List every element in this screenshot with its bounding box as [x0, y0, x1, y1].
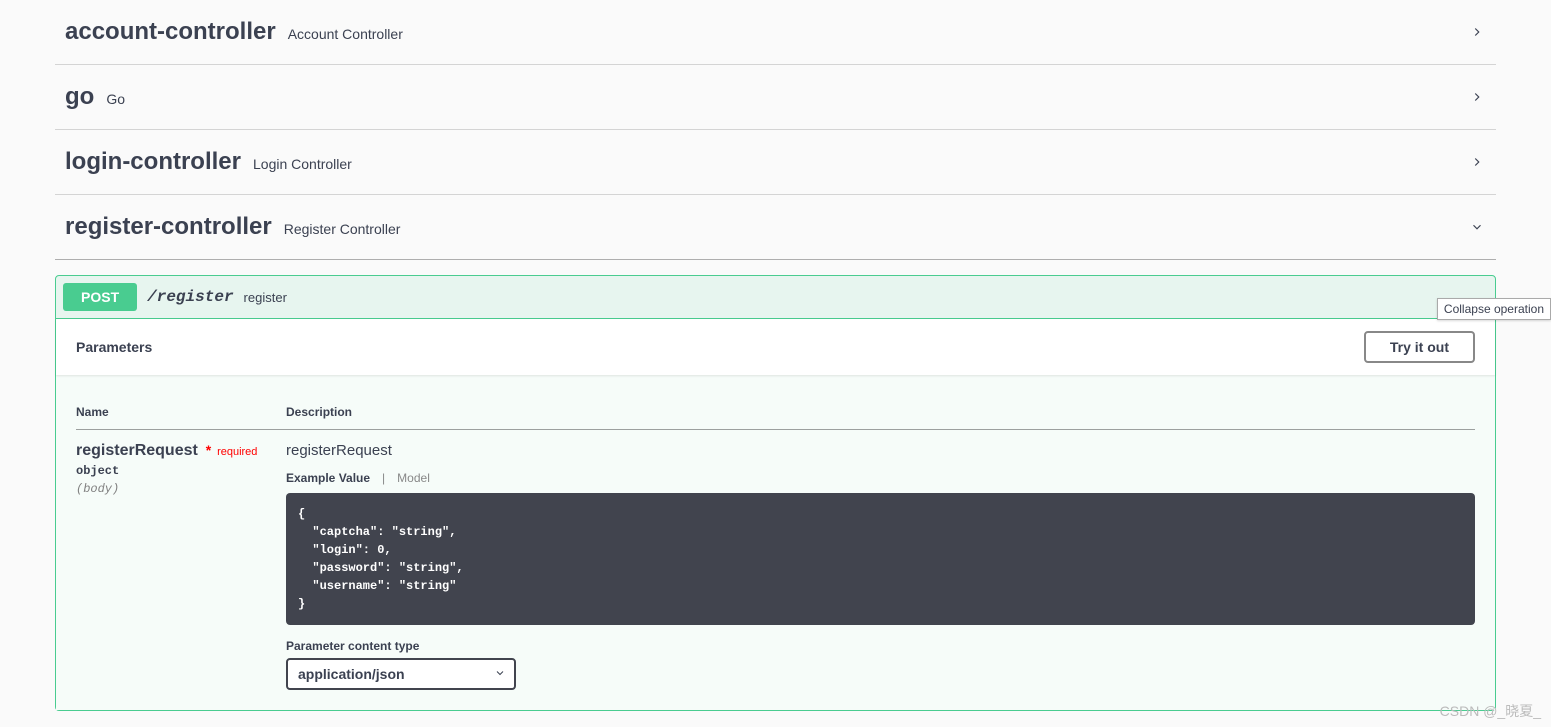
parameters-title: Parameters [76, 339, 152, 355]
tag-name: go [65, 83, 94, 111]
operation-block: POST /register register Parameters Try i… [55, 275, 1496, 711]
content-type-label: Parameter content type [286, 639, 1475, 653]
param-name: registerRequest [76, 442, 198, 459]
tag-desc: Go [106, 91, 125, 107]
required-star-icon: * [206, 442, 211, 458]
watermark: CSDN @_晓夏_ [1440, 701, 1541, 721]
try-it-out-button[interactable]: Try it out [1364, 331, 1475, 363]
content-type-select[interactable]: application/json [286, 658, 516, 690]
tag-register-controller[interactable]: register-controller Register Controller [55, 195, 1496, 260]
operation-body: Parameters Try it out Name Description [56, 318, 1495, 710]
tag-desc: Register Controller [284, 221, 401, 237]
tag-login-controller[interactable]: login-controller Login Controller [55, 130, 1496, 195]
column-header-description: Description [286, 395, 1475, 430]
tag-name: login-controller [65, 148, 241, 176]
tag-go[interactable]: go Go [55, 65, 1496, 130]
operation-summary[interactable]: POST /register register [56, 276, 1495, 318]
tab-divider: | [382, 471, 385, 485]
http-method-badge: POST [63, 283, 137, 311]
parameters-table: Name Description registerRequest * requi… [76, 395, 1475, 690]
operation-path: /register [147, 288, 233, 306]
table-row: registerRequest * required object (body)… [76, 430, 1475, 691]
operation-desc: register [244, 290, 287, 305]
tag-desc: Account Controller [288, 26, 403, 42]
tag-account-controller[interactable]: account-controller Account Controller [55, 0, 1496, 65]
chevron-right-icon [1468, 88, 1486, 106]
chevron-right-icon [1468, 153, 1486, 171]
required-label: required [217, 446, 257, 458]
tab-model[interactable]: Model [397, 471, 430, 485]
chevron-right-icon [1468, 23, 1486, 41]
column-header-name: Name [76, 395, 286, 430]
param-description: registerRequest [286, 442, 1475, 459]
chevron-down-icon [1468, 218, 1486, 236]
param-in: (body) [76, 482, 286, 496]
tag-name: account-controller [65, 18, 276, 46]
tag-desc: Login Controller [253, 156, 352, 172]
tooltip-collapse-operation: Collapse operation [1437, 298, 1551, 320]
example-code-block[interactable]: { "captcha": "string", "login": 0, "pass… [286, 493, 1475, 625]
tag-name: register-controller [65, 213, 272, 241]
tab-example-value[interactable]: Example Value [286, 471, 370, 485]
param-type: object [76, 464, 286, 478]
